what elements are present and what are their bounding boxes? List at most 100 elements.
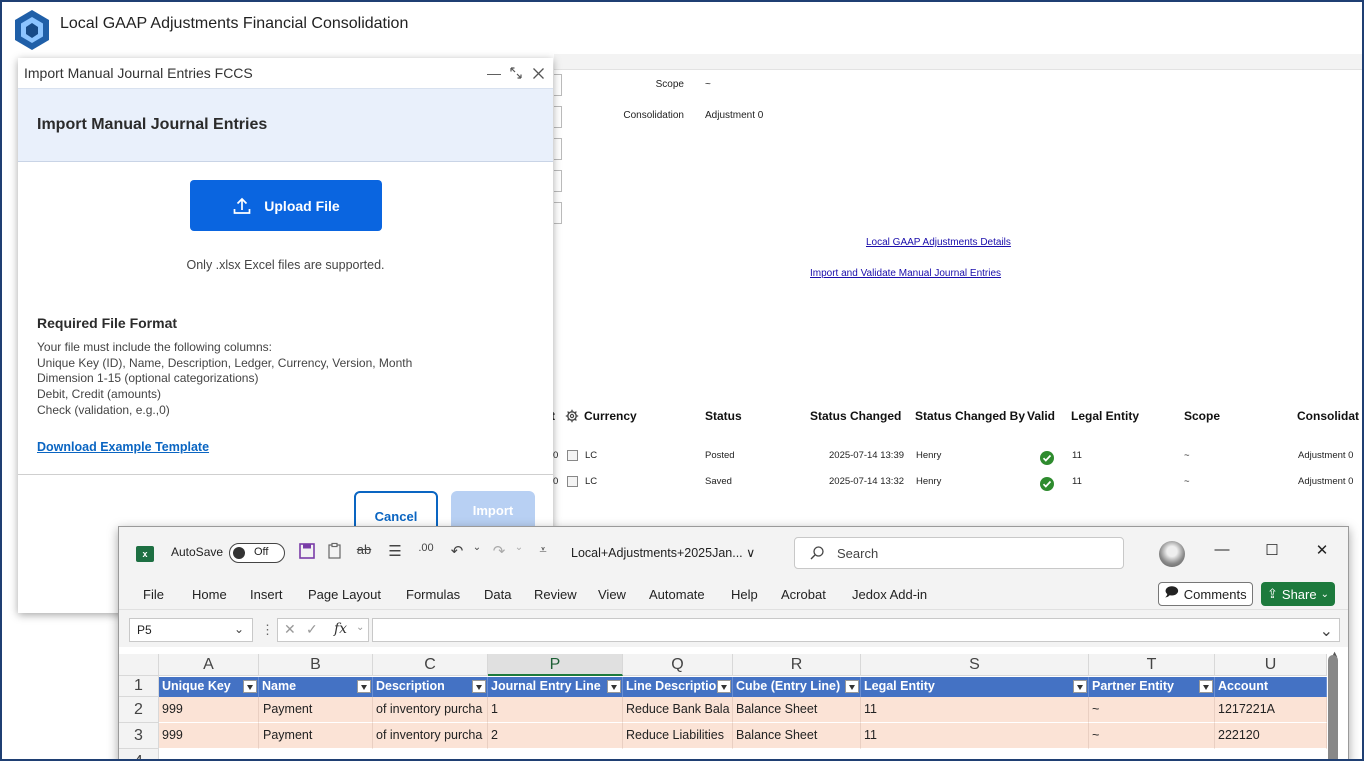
column-header[interactable]: C — [373, 654, 488, 676]
table-cell[interactable]: 222120 — [1215, 723, 1327, 749]
table-cell[interactable]: 1217221A — [1215, 697, 1327, 723]
clipboard-icon[interactable] — [325, 542, 345, 564]
enter-check-icon[interactable]: ✓ — [306, 621, 318, 638]
grid-header-legal-entity[interactable]: Legal Entity — [1071, 409, 1139, 423]
workbook-filename[interactable]: Local+Adjustments+2025Jan... ∨ — [571, 545, 755, 560]
tab-automate[interactable]: Automate — [649, 587, 705, 602]
grid-header-valid[interactable]: Valid — [1027, 409, 1055, 423]
column-header[interactable]: U — [1215, 654, 1327, 676]
column-header[interactable]: R — [733, 654, 861, 676]
maximize-icon[interactable]: ☐ — [1259, 541, 1285, 565]
column-header[interactable]: B — [259, 654, 373, 676]
align-icon[interactable]: ☰ — [385, 542, 405, 564]
tab-file[interactable]: File — [143, 587, 164, 602]
grid-header-status-changed[interactable]: Status Changed — [810, 409, 901, 423]
chevron-down-icon[interactable]: ⌄ — [509, 542, 529, 564]
column-header[interactable]: T — [1089, 654, 1215, 676]
autosave-toggle[interactable]: Off — [229, 543, 285, 563]
chevron-down-icon[interactable]: ⌄ — [467, 542, 487, 564]
table-header-name[interactable]: Name — [259, 677, 373, 697]
filter-dropdown-icon[interactable] — [717, 680, 731, 693]
close-icon[interactable] — [527, 62, 549, 84]
table-cell[interactable]: 1 — [488, 697, 623, 723]
form-field[interactable] — [554, 106, 562, 128]
upload-file-button[interactable]: Upload File — [190, 180, 382, 231]
formula-input[interactable]: ⌄ — [372, 618, 1340, 642]
form-field[interactable] — [554, 74, 562, 96]
table-header-description[interactable]: Description — [373, 677, 488, 697]
table-cell[interactable]: 2 — [488, 723, 623, 749]
grid-header-currency[interactable]: Currency — [584, 409, 637, 423]
import-validate-link[interactable]: Import and Validate Manual Journal Entri… — [810, 268, 1001, 279]
row-header[interactable]: 4 — [119, 749, 159, 759]
table-cell[interactable]: Reduce Liabilities — [623, 723, 733, 749]
tab-view[interactable]: View — [598, 587, 626, 602]
local-gaap-details-link[interactable]: Local GAAP Adjustments Details — [866, 237, 1011, 248]
name-box[interactable]: P5 ⌄ — [129, 618, 253, 642]
dialog-titlebar[interactable]: Import Manual Journal Entries FCCS — — [18, 58, 553, 88]
form-field[interactable] — [554, 202, 562, 224]
filter-dropdown-icon[interactable] — [472, 680, 486, 693]
tab-home[interactable]: Home — [192, 587, 227, 602]
user-avatar[interactable] — [1159, 541, 1185, 567]
row-header[interactable]: 1 — [119, 676, 159, 697]
search-box[interactable]: Search — [794, 537, 1124, 569]
column-header-selected[interactable]: P — [488, 654, 623, 676]
undo-icon[interactable]: ↶ — [447, 542, 467, 564]
filter-dropdown-icon[interactable] — [1073, 680, 1087, 693]
close-icon[interactable]: ✕ — [1309, 541, 1335, 565]
tab-data[interactable]: Data — [484, 587, 511, 602]
decimal-icon[interactable]: .00 — [416, 542, 436, 564]
formula-controls[interactable]: ✕ ✓ fx ⌄ — [277, 618, 369, 642]
table-cell[interactable]: ~ — [1089, 697, 1215, 723]
form-field[interactable] — [554, 170, 562, 192]
table-cell[interactable]: of inventory purcha — [373, 723, 488, 749]
tab-review[interactable]: Review — [534, 587, 577, 602]
tab-insert[interactable]: Insert — [250, 587, 283, 602]
redo-icon[interactable]: ↷ — [489, 542, 509, 564]
table-header-legal-entity[interactable]: Legal Entity — [861, 677, 1089, 697]
row-header[interactable]: 3 — [119, 723, 159, 749]
table-cell[interactable]: Reduce Bank Bala — [623, 697, 733, 723]
cancel-x-icon[interactable]: ✕ — [284, 621, 296, 638]
table-cell[interactable]: 999 — [159, 723, 259, 749]
table-cell[interactable]: of inventory purcha — [373, 697, 488, 723]
filter-dropdown-icon[interactable] — [1199, 680, 1213, 693]
table-cell[interactable]: Balance Sheet — [733, 697, 861, 723]
table-cell[interactable]: 999 — [159, 697, 259, 723]
grid-header-status[interactable]: Status — [705, 409, 742, 423]
form-field[interactable] — [554, 138, 562, 160]
customize-toolbar-icon[interactable]: ⩡ — [533, 542, 553, 564]
table-cell[interactable]: Balance Sheet — [733, 723, 861, 749]
share-button[interactable]: ⇪ Share ⌄ — [1261, 582, 1335, 606]
tab-acrobat[interactable]: Acrobat — [781, 587, 826, 602]
restore-icon[interactable] — [505, 62, 527, 84]
tab-jedox[interactable]: Jedox Add-in — [852, 587, 927, 602]
table-cell[interactable]: 11 — [861, 723, 1089, 749]
comments-button[interactable]: 🗩 Comments — [1158, 582, 1253, 606]
filter-dropdown-icon[interactable] — [845, 680, 859, 693]
row-checkbox[interactable] — [567, 450, 578, 461]
minimize-icon[interactable]: — — [483, 62, 505, 84]
column-header[interactable]: Q — [623, 654, 733, 676]
grid-header-consolidation[interactable]: Consolidat — [1297, 409, 1359, 423]
save-icon[interactable] — [297, 542, 317, 564]
table-header-journal-entry-line[interactable]: Journal Entry Line — [488, 677, 623, 697]
chevron-down-icon[interactable]: ⌄ — [1320, 621, 1333, 641]
row-checkbox[interactable] — [567, 476, 578, 487]
download-template-link[interactable]: Download Example Template — [37, 440, 209, 454]
table-header-account[interactable]: Account — [1215, 677, 1327, 697]
column-header[interactable]: S — [861, 654, 1089, 676]
table-cell[interactable]: Payment — [259, 723, 373, 749]
tab-help[interactable]: Help — [731, 587, 758, 602]
select-all-corner[interactable] — [119, 654, 159, 676]
filter-dropdown-icon[interactable] — [357, 680, 371, 693]
tab-page-layout[interactable]: Page Layout — [308, 587, 381, 602]
table-cell[interactable]: 11 — [861, 697, 1089, 723]
grid-header-status-changed-by[interactable]: Status Changed By — [915, 409, 1025, 423]
table-cell[interactable]: ~ — [1089, 723, 1215, 749]
tab-formulas[interactable]: Formulas — [406, 587, 460, 602]
grid-header-scope[interactable]: Scope — [1184, 409, 1220, 423]
filter-dropdown-icon[interactable] — [243, 680, 257, 693]
function-icon[interactable]: fx — [334, 621, 347, 637]
